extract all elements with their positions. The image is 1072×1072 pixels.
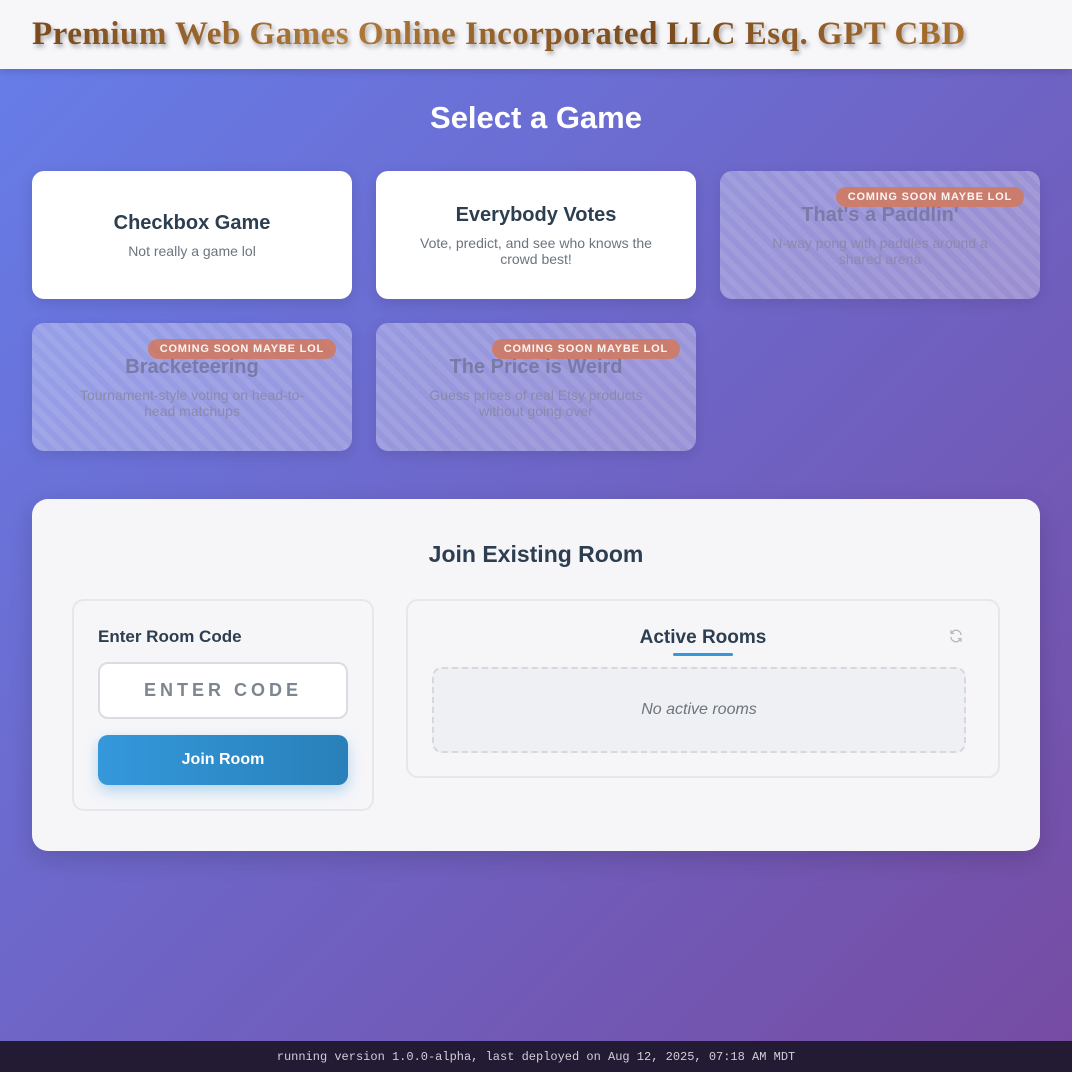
game-card-description: Not really a game lol (128, 242, 256, 259)
site-title: Premium Web Games Online Incorporated LL… (32, 16, 966, 52)
active-rooms-title: Active Rooms (639, 627, 767, 648)
coming-soon-badge: COMING SOON MAYBE LOL (147, 339, 336, 359)
coming-soon-badge: COMING SOON MAYBE LOL (835, 187, 1024, 207)
game-card-thats-a-paddlin: COMING SOON MAYBE LOL That's a Paddlin' … (720, 171, 1040, 299)
select-game-heading: Select a Game (430, 100, 642, 135)
game-card-checkbox-game[interactable]: Checkbox Game Not really a game lol (32, 171, 352, 299)
version-footer: running version 1.0.0-alpha, last deploy… (0, 1041, 1072, 1072)
game-card-description: Vote, predict, and see who knows the cro… (420, 234, 652, 267)
active-rooms-box: Active Rooms No active rooms (406, 599, 1000, 778)
refresh-icon[interactable] (948, 628, 964, 644)
coming-soon-badge: COMING SOON MAYBE LOL (491, 339, 680, 359)
join-room-button[interactable]: Join Room (98, 735, 348, 785)
game-card-the-price-is-weird: COMING SOON MAYBE LOL The Price is Weird… (376, 323, 696, 451)
no-active-rooms-message: No active rooms (432, 667, 966, 753)
site-header: Premium Web Games Online Incorporated LL… (0, 0, 1072, 69)
room-code-input[interactable] (98, 662, 348, 719)
join-room-panel: Join Existing Room Enter Room Code Join … (32, 499, 1040, 851)
game-card-description: N-way pong with paddles around a shared … (772, 234, 988, 267)
game-card-bracketeering: COMING SOON MAYBE LOL Bracketeering Tour… (32, 323, 352, 451)
game-card-title: Checkbox Game (113, 211, 271, 234)
game-card-description: Guess prices of real Etsy products witho… (429, 386, 643, 419)
join-room-title: Join Existing Room (428, 541, 644, 567)
room-code-box: Enter Room Code Join Room (72, 599, 374, 811)
room-code-label: Enter Room Code (98, 627, 242, 646)
active-rooms-underline (673, 653, 733, 656)
game-card-description: Tournament-style voting on head-to-head … (79, 386, 305, 419)
game-card-everybody-votes[interactable]: Everybody Votes Vote, predict, and see w… (376, 171, 696, 299)
game-card-title: Everybody Votes (455, 203, 617, 226)
